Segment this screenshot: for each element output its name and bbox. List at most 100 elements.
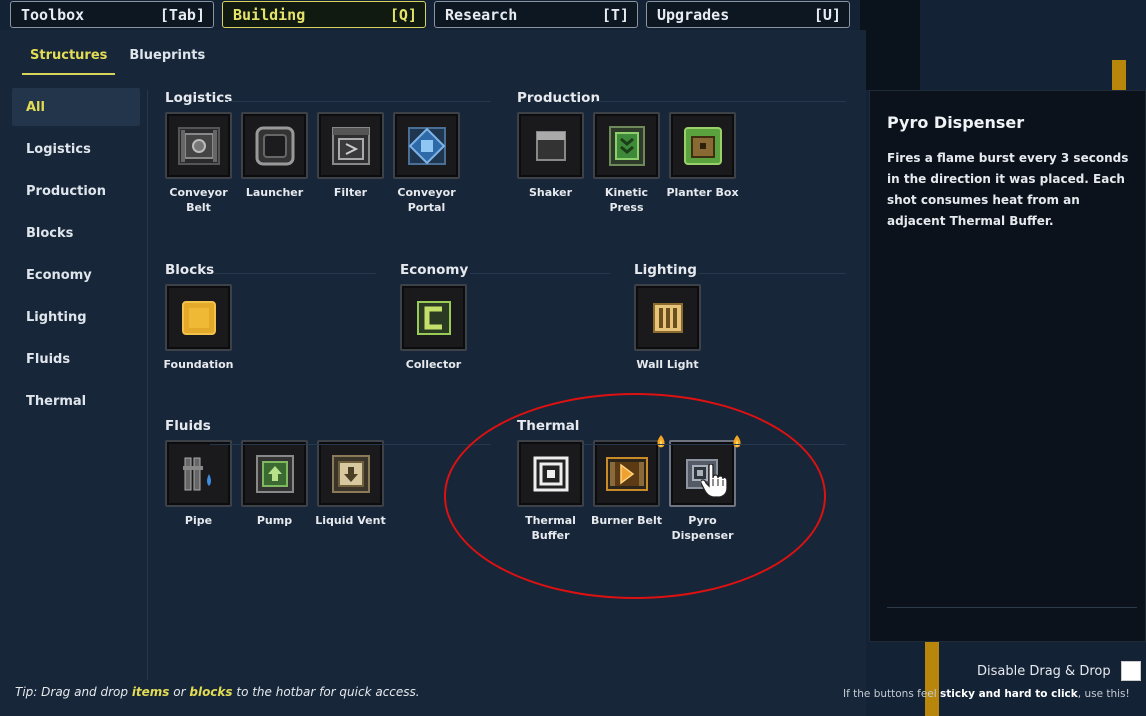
world-background: [850, 0, 1146, 90]
hint-text: If the buttons feel: [843, 688, 941, 700]
top-tab-bar: Toolbox [Tab] Building [Q] Research [T] Upg…: [10, 1, 850, 28]
sidebar-item-all[interactable]: All: [12, 88, 140, 126]
pyro-dispenser-icon: [669, 435, 741, 507]
pipe-icon: [165, 440, 232, 507]
building-shaker[interactable]: Shaker: [517, 112, 584, 215]
section-divider: [582, 444, 846, 445]
section-blocks: Blocks Foundation: [163, 262, 234, 372]
world-pillar: [925, 642, 939, 716]
building-burner-belt[interactable]: Burner Belt: [591, 435, 665, 543]
foundation-icon: [165, 284, 232, 351]
section-divider: [214, 273, 376, 274]
item-label: Pyro Dispenser: [671, 514, 734, 542]
drag-drop-tip: Tip: Drag and drop items or blocks to th…: [15, 685, 420, 699]
building-filter[interactable]: Filter: [317, 112, 384, 215]
building-wall-light[interactable]: Wall Light: [634, 284, 701, 372]
tab-label: Research: [445, 5, 518, 24]
shaker-icon: [517, 112, 584, 179]
building-pipe[interactable]: Pipe: [165, 440, 232, 528]
tip-text: Tip: Drag and drop: [15, 685, 132, 699]
tip-text: to the hotbar for quick access.: [232, 685, 420, 699]
tab-hotkey: [U]: [813, 5, 841, 24]
filter-icon: [317, 112, 384, 179]
hand-cursor-icon: [701, 464, 727, 498]
info-title: Pyro Dispenser: [887, 113, 1025, 132]
collector-icon: [400, 284, 467, 351]
building-kinetic-press[interactable]: Kinetic Press: [593, 112, 660, 215]
drag-drop-toggle[interactable]: Disable Drag & Drop: [977, 661, 1141, 681]
item-label: Liquid Vent: [315, 514, 386, 527]
launcher-icon: [241, 112, 308, 179]
section-divider: [593, 101, 846, 102]
info-panel: Pyro Dispenser Fires a flame burst every…: [869, 90, 1146, 642]
item-label: Thermal Buffer: [525, 514, 576, 542]
planter-box-icon: [669, 112, 736, 179]
item-label: Launcher: [245, 186, 304, 199]
tab-blueprints[interactable]: Blueprints: [121, 48, 213, 75]
category-sidebar: All Logistics Production Blocks Economy …: [12, 88, 140, 424]
section-lighting: Lighting Wall Light: [634, 262, 701, 372]
section-divider: [698, 273, 846, 274]
building-foundation[interactable]: Foundation: [163, 284, 234, 372]
tab-label: Upgrades: [657, 5, 730, 24]
sidebar-item-thermal[interactable]: Thermal: [12, 382, 140, 420]
section-logistics: Logistics Conveyor Belt Launcher Filter: [165, 90, 460, 215]
tip-text: or: [169, 685, 190, 699]
tab-research[interactable]: Research [T]: [434, 1, 638, 28]
drag-drop-hint: If the buttons feel sticky and hard to c…: [843, 688, 1130, 700]
thermal-buffer-icon: [517, 440, 584, 507]
section-title: Lighting: [634, 262, 697, 278]
sidebar-item-lighting[interactable]: Lighting: [12, 298, 140, 336]
building-planter-box[interactable]: Planter Box: [666, 112, 739, 215]
section-divider: [228, 101, 491, 102]
tab-hotkey: [Q]: [389, 5, 417, 24]
hint-bold: sticky and hard to click: [940, 688, 1078, 700]
item-label: Burner Belt: [590, 514, 663, 527]
section-title: Thermal: [517, 418, 580, 434]
sub-tab-bar: Structures Blueprints: [22, 48, 213, 75]
info-divider: [887, 607, 1137, 608]
sidebar-divider: [147, 90, 148, 680]
item-label: Collector: [405, 358, 462, 371]
tab-toolbox[interactable]: Toolbox [Tab]: [10, 1, 214, 28]
sidebar-item-blocks[interactable]: Blocks: [12, 214, 140, 252]
sidebar-item-fluids[interactable]: Fluids: [12, 340, 140, 378]
sidebar-item-production[interactable]: Production: [12, 172, 140, 210]
section-title: Fluids: [165, 418, 211, 434]
sidebar-item-economy[interactable]: Economy: [12, 256, 140, 294]
tab-label: Building: [233, 5, 306, 24]
liquid-vent-icon: [317, 440, 384, 507]
tab-hotkey: [T]: [601, 5, 629, 24]
building-liquid-vent[interactable]: Liquid Vent: [315, 440, 386, 528]
building-pyro-dispenser[interactable]: Pyro Dispenser: [669, 435, 741, 543]
building-panel: Structures Blueprints All Logistics Prod…: [0, 30, 866, 716]
sidebar-item-logistics[interactable]: Logistics: [12, 130, 140, 168]
tab-upgrades[interactable]: Upgrades [U]: [646, 1, 850, 28]
item-label: Planter Box: [666, 186, 739, 199]
drag-drop-label: Disable Drag & Drop: [977, 663, 1111, 679]
tab-structures[interactable]: Structures: [22, 48, 116, 75]
item-label: Filter: [333, 186, 368, 199]
building-thermal-buffer[interactable]: Thermal Buffer: [517, 440, 584, 543]
building-conveyor-portal[interactable]: Conveyor Portal: [393, 112, 460, 215]
flame-icon: [657, 435, 665, 448]
building-conveyor-belt[interactable]: Conveyor Belt: [165, 112, 232, 215]
building-launcher[interactable]: Launcher: [241, 112, 308, 215]
section-thermal: Thermal Thermal Buffer Burner Belt Pyro …: [517, 418, 741, 543]
item-label: Pump: [256, 514, 293, 527]
kinetic-press-icon: [593, 112, 660, 179]
item-label: Pipe: [184, 514, 213, 527]
section-divider: [210, 444, 491, 445]
info-description: Fires a flame burst every 3 seconds in t…: [887, 151, 1129, 228]
section-title: Economy: [400, 262, 469, 278]
section-divider: [470, 273, 610, 274]
section-economy: Economy Collector: [400, 262, 468, 372]
tip-items: items: [131, 685, 170, 699]
drag-drop-checkbox[interactable]: [1120, 661, 1141, 681]
flame-icon: [733, 435, 741, 448]
tab-building[interactable]: Building [Q]: [222, 1, 426, 28]
building-collector[interactable]: Collector: [400, 284, 467, 372]
tab-hotkey: [Tab]: [159, 5, 205, 24]
building-pump[interactable]: Pump: [241, 440, 308, 528]
item-label: Conveyor Belt: [169, 186, 228, 214]
